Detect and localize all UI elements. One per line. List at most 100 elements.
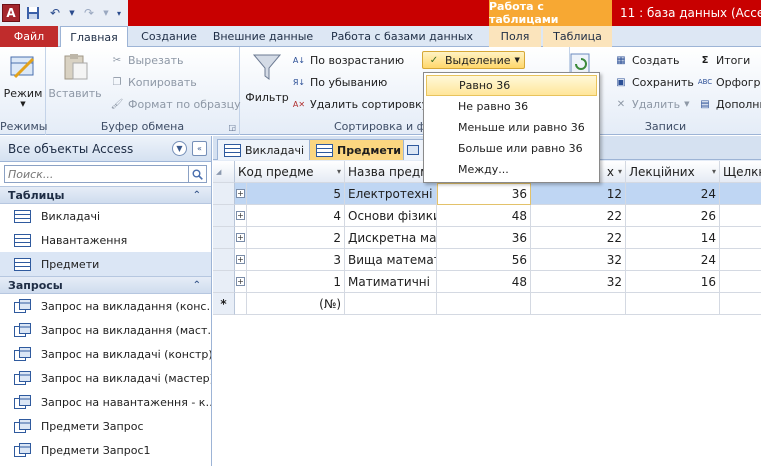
customize-qat-icon[interactable]: ▾ <box>114 4 124 22</box>
nav-item-query[interactable]: Запрос на викладання (конс… <box>0 294 211 318</box>
cell-empty[interactable] <box>720 249 761 271</box>
sort-ascending-button[interactable]: A↓ По возрастанию <box>292 53 404 67</box>
undo-dropdown-icon[interactable]: ▼ <box>68 4 76 22</box>
search-icon[interactable] <box>188 166 206 182</box>
column-header-add-field[interactable]: Щелкн <box>720 161 761 183</box>
subdatasheet-expander[interactable]: + <box>235 183 247 205</box>
paste-button[interactable]: Вставить <box>48 51 102 100</box>
menu-item-greater-or-equal[interactable]: Больше или равно 36 <box>426 138 597 159</box>
nav-item-query[interactable]: Предмети Запрос <box>0 414 211 438</box>
cell-hours[interactable]: 36 <box>437 183 531 205</box>
cell-empty[interactable] <box>531 293 626 315</box>
nav-menu-dropdown-icon[interactable]: ▼ <box>172 141 187 156</box>
cell-lectures[interactable]: 24 <box>626 249 720 271</box>
sort-dropdown-icon[interactable]: ▾ <box>712 167 716 176</box>
cell-hours[interactable]: 48 <box>437 205 531 227</box>
cell-practical[interactable]: 22 <box>531 205 626 227</box>
table-row[interactable]: + 2 Дискретна мат 36 22 14 <box>213 227 761 249</box>
cell-practical[interactable]: 32 <box>531 249 626 271</box>
nav-item-query[interactable]: Запрос на викладання (маст… <box>0 318 211 342</box>
sort-dropdown-icon[interactable]: ▾ <box>337 167 341 176</box>
cell-empty[interactable] <box>345 293 437 315</box>
filter-button[interactable]: Фильтр <box>245 51 289 104</box>
redo-icon[interactable]: ↷ <box>80 4 98 22</box>
spelling-button[interactable]: ABCОрфогра <box>698 75 761 89</box>
nav-item-query[interactable]: Запрос на викладачі (констр) <box>0 342 211 366</box>
cell-hours[interactable]: 56 <box>437 249 531 271</box>
menu-item-equals[interactable]: Равно 36 <box>426 75 597 96</box>
delete-record-button[interactable]: ✕ Удалить ▼ <box>614 97 690 111</box>
cell-empty[interactable] <box>437 293 531 315</box>
cell-empty[interactable] <box>235 293 247 315</box>
menu-item-less-or-equal[interactable]: Меньше или равно 36 <box>426 117 597 138</box>
subdatasheet-expander[interactable]: + <box>235 205 247 227</box>
table-row[interactable]: + 5 Електротехні 36 12 24 <box>213 183 761 205</box>
table-row[interactable]: + 4 Основи фізики 48 22 26 <box>213 205 761 227</box>
cell-name[interactable]: Вища математ <box>345 249 437 271</box>
tab-fields[interactable]: Поля <box>489 26 541 47</box>
new-record-id[interactable]: (№) <box>247 293 345 315</box>
new-record-marker[interactable]: * <box>213 293 235 315</box>
cell-lectures[interactable]: 24 <box>626 183 720 205</box>
cell-lectures[interactable]: 16 <box>626 271 720 293</box>
cell-id[interactable]: 3 <box>247 249 345 271</box>
record-selector[interactable] <box>213 271 235 293</box>
record-selector[interactable] <box>213 183 235 205</box>
more-button[interactable]: ▤ Дополни <box>698 97 761 111</box>
doc-tab-lecturers[interactable]: Викладачі <box>217 139 312 160</box>
view-button[interactable]: Режим ▼ <box>4 51 42 108</box>
nav-section-tables[interactable]: Таблицы ⌃ <box>0 186 211 204</box>
sort-dropdown-icon[interactable]: ▾ <box>618 167 622 176</box>
cell-name[interactable]: Основи фізики <box>345 205 437 227</box>
cell-empty[interactable] <box>720 183 761 205</box>
tab-database-tools[interactable]: Работа с базами данных <box>318 26 486 47</box>
nav-item-query[interactable]: Запрос на викладачі (мастер) <box>0 366 211 390</box>
cell-name[interactable]: Матиматичні <box>345 271 437 293</box>
tab-create[interactable]: Создание <box>130 26 208 47</box>
nav-pane-header[interactable]: Все объекты Access ▼ « <box>0 136 211 162</box>
doc-tab-overflow[interactable] <box>403 139 425 160</box>
record-selector[interactable] <box>213 205 235 227</box>
tab-file[interactable]: Файл <box>0 26 58 47</box>
cell-empty[interactable] <box>720 293 761 315</box>
table-row[interactable]: + 3 Вища математ 56 32 24 <box>213 249 761 271</box>
column-header-lectures[interactable]: Лекційних ▾ <box>626 161 720 183</box>
subdatasheet-expander[interactable]: + <box>235 249 247 271</box>
cell-name[interactable]: Електротехні <box>345 183 437 205</box>
collapse-chevron-icon[interactable]: ⌃ <box>193 190 201 201</box>
collapse-chevron-icon[interactable]: ⌃ <box>193 280 201 291</box>
shutter-bar-close-icon[interactable]: « <box>192 141 207 156</box>
save-icon[interactable] <box>24 4 42 22</box>
tab-home[interactable]: Главная <box>60 26 128 48</box>
cell-name[interactable]: Дискретна мат <box>345 227 437 249</box>
sort-descending-button[interactable]: Я↓ По убыванию <box>292 75 387 89</box>
format-painter-button[interactable]: 🖌 Формат по образцу <box>110 97 241 111</box>
subdatasheet-expander[interactable]: + <box>235 271 247 293</box>
cell-id[interactable]: 2 <box>247 227 345 249</box>
selection-button[interactable]: ✓ Выделение ▼ <box>422 51 525 69</box>
remove-sort-button[interactable]: A✕ Удалить сортировку <box>292 97 428 111</box>
new-record-row[interactable]: * (№) <box>213 293 761 315</box>
access-app-icon[interactable]: A <box>2 4 20 22</box>
nav-item-table[interactable]: Навантаження <box>0 228 211 252</box>
subdatasheet-expander[interactable]: + <box>235 227 247 249</box>
record-selector[interactable] <box>213 227 235 249</box>
cell-lectures[interactable]: 26 <box>626 205 720 227</box>
save-record-button[interactable]: ▣ Сохранить <box>614 75 694 89</box>
cell-hours[interactable]: 48 <box>437 271 531 293</box>
cell-empty[interactable] <box>720 271 761 293</box>
record-selector[interactable] <box>213 249 235 271</box>
cell-hours[interactable]: 36 <box>437 227 531 249</box>
redo-dropdown-icon[interactable]: ▼ <box>102 4 110 22</box>
cell-id[interactable]: 5 <box>247 183 345 205</box>
column-header-id[interactable]: Код предме ▾ <box>235 161 345 183</box>
cell-id[interactable]: 1 <box>247 271 345 293</box>
cell-lectures[interactable]: 14 <box>626 227 720 249</box>
nav-item-table[interactable]: Викладачі <box>0 204 211 228</box>
nav-item-query[interactable]: Запрос на навантаження - к… <box>0 390 211 414</box>
menu-item-between[interactable]: Между... <box>426 159 597 180</box>
copy-button[interactable]: ❐ Копировать <box>110 75 197 89</box>
cell-practical[interactable]: 32 <box>531 271 626 293</box>
cell-empty[interactable] <box>626 293 720 315</box>
table-row[interactable]: + 1 Матиматичні 48 32 16 <box>213 271 761 293</box>
